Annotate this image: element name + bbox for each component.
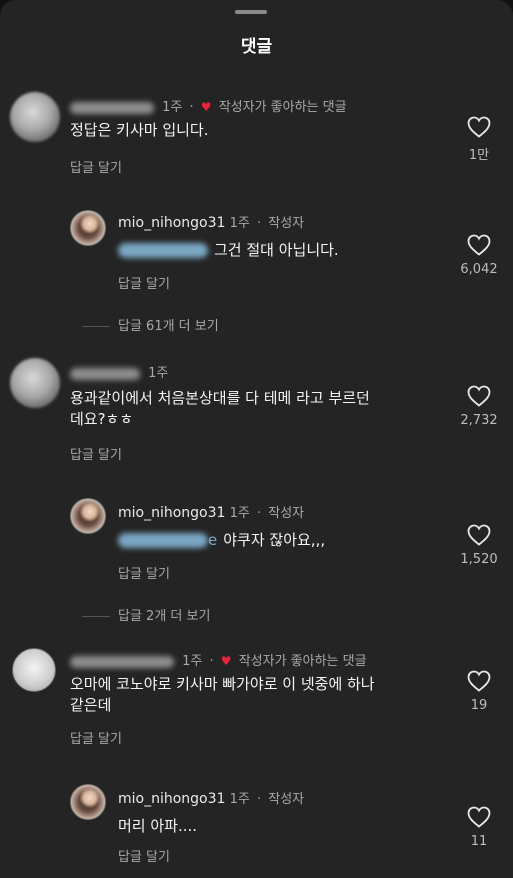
- like-count: 11: [470, 834, 488, 849]
- reply-button[interactable]: 답글 달기: [70, 728, 122, 747]
- heart-icon[interactable]: [467, 234, 491, 256]
- reply-meta: mio_nihongo31 1주 · 작성자: [118, 791, 305, 807]
- avatar[interactable]: [12, 648, 56, 692]
- reply-time: 1주: [229, 506, 250, 521]
- like-count: 2,732: [460, 413, 498, 428]
- avatar[interactable]: [10, 92, 60, 142]
- mention-blurred[interactable]: [118, 533, 208, 548]
- author-badge: 작성자: [268, 506, 305, 521]
- like-count: 1만: [468, 148, 490, 163]
- reply-time: 1주: [229, 792, 250, 807]
- reply-button[interactable]: 답글 달기: [118, 563, 170, 582]
- comment-text: 용과같이에서 처음본상대를 다 테메 라고 부르던 데요?ㅎㅎ: [70, 389, 370, 428]
- heart-icon[interactable]: [467, 524, 491, 546]
- like-count: 6,042: [460, 262, 498, 277]
- creator-liked-label: 작성자가 좋아하는 댓글: [238, 654, 367, 669]
- reply-text: 그건 절대 아닙니다.: [118, 240, 339, 261]
- comment-time: 1주: [162, 100, 183, 115]
- avatar[interactable]: [70, 210, 106, 246]
- mention-blurred[interactable]: [118, 243, 208, 258]
- comment-meta: 1주: [70, 362, 168, 381]
- reply-meta: mio_nihongo31 1주 · 작성자: [118, 215, 305, 231]
- username[interactable]: mio_nihongo31: [118, 215, 225, 231]
- reply-meta: mio_nihongo31 1주 · 작성자: [118, 505, 305, 521]
- reply-button[interactable]: 답글 달기: [70, 157, 122, 176]
- creator-liked-label: 작성자가 좋아하는 댓글: [218, 100, 347, 115]
- comment-text: 정답은 키사마 입니다.: [70, 121, 209, 139]
- reply-button[interactable]: 답글 달기: [118, 273, 170, 292]
- like-count: 19: [470, 698, 488, 713]
- comment-time: 1주: [182, 654, 203, 669]
- username[interactable]: mio_nihongo31: [118, 505, 225, 521]
- like-count: 1,520: [460, 552, 498, 567]
- reply-button[interactable]: 답글 달기: [118, 846, 170, 865]
- author-badge: 작성자: [268, 216, 305, 231]
- username-blurred[interactable]: [70, 367, 140, 380]
- avatar[interactable]: [10, 358, 60, 408]
- reply-time: 1주: [229, 216, 250, 231]
- reply-button[interactable]: 답글 달기: [70, 444, 122, 463]
- comment-time: 1주: [148, 366, 169, 381]
- username-blurred[interactable]: [70, 101, 154, 114]
- view-more-replies[interactable]: 답글 2개 더 보기: [82, 605, 210, 624]
- reply-text: 머리 아파....: [118, 817, 198, 835]
- username-blurred[interactable]: [70, 655, 174, 668]
- like-button[interactable]: 6,042: [449, 234, 509, 277]
- sheet-title: 댓글: [240, 37, 273, 57]
- view-more-replies[interactable]: 답글 61개 더 보기: [82, 315, 219, 334]
- creator-heart-icon: ♥: [200, 100, 212, 114]
- like-button[interactable]: 19: [449, 670, 509, 713]
- creator-heart-icon: ♥: [220, 654, 232, 668]
- like-button[interactable]: 2,732: [449, 385, 509, 428]
- heart-icon[interactable]: [467, 670, 491, 692]
- like-button[interactable]: 11: [449, 806, 509, 849]
- like-button[interactable]: 1,520: [449, 524, 509, 567]
- heart-icon[interactable]: [467, 116, 491, 138]
- comment-text: 오마에 코노야로 키사마 빠가야로 이 넷중에 하나 같은데: [70, 675, 375, 714]
- sheet-drag-handle[interactable]: [235, 10, 267, 14]
- avatar[interactable]: [70, 498, 106, 534]
- like-button[interactable]: 1만: [449, 116, 509, 163]
- username[interactable]: mio_nihongo31: [118, 791, 225, 807]
- reply-text: e 야쿠자 잖아요,,,: [118, 530, 325, 551]
- author-badge: 작성자: [268, 792, 305, 807]
- comment-meta: 1주 · ♥ 작성자가 좋아하는 댓글: [70, 96, 347, 115]
- heart-icon[interactable]: [467, 385, 491, 407]
- heart-icon[interactable]: [467, 806, 491, 828]
- avatar[interactable]: [70, 784, 106, 820]
- comments-sheet: 댓글 1주 · ♥ 작성자가 좋아하는 댓글 정답은 키사마 입니다. 답글 달…: [0, 0, 513, 878]
- comment-meta: 1주 · ♥ 작성자가 좋아하는 댓글: [70, 650, 367, 669]
